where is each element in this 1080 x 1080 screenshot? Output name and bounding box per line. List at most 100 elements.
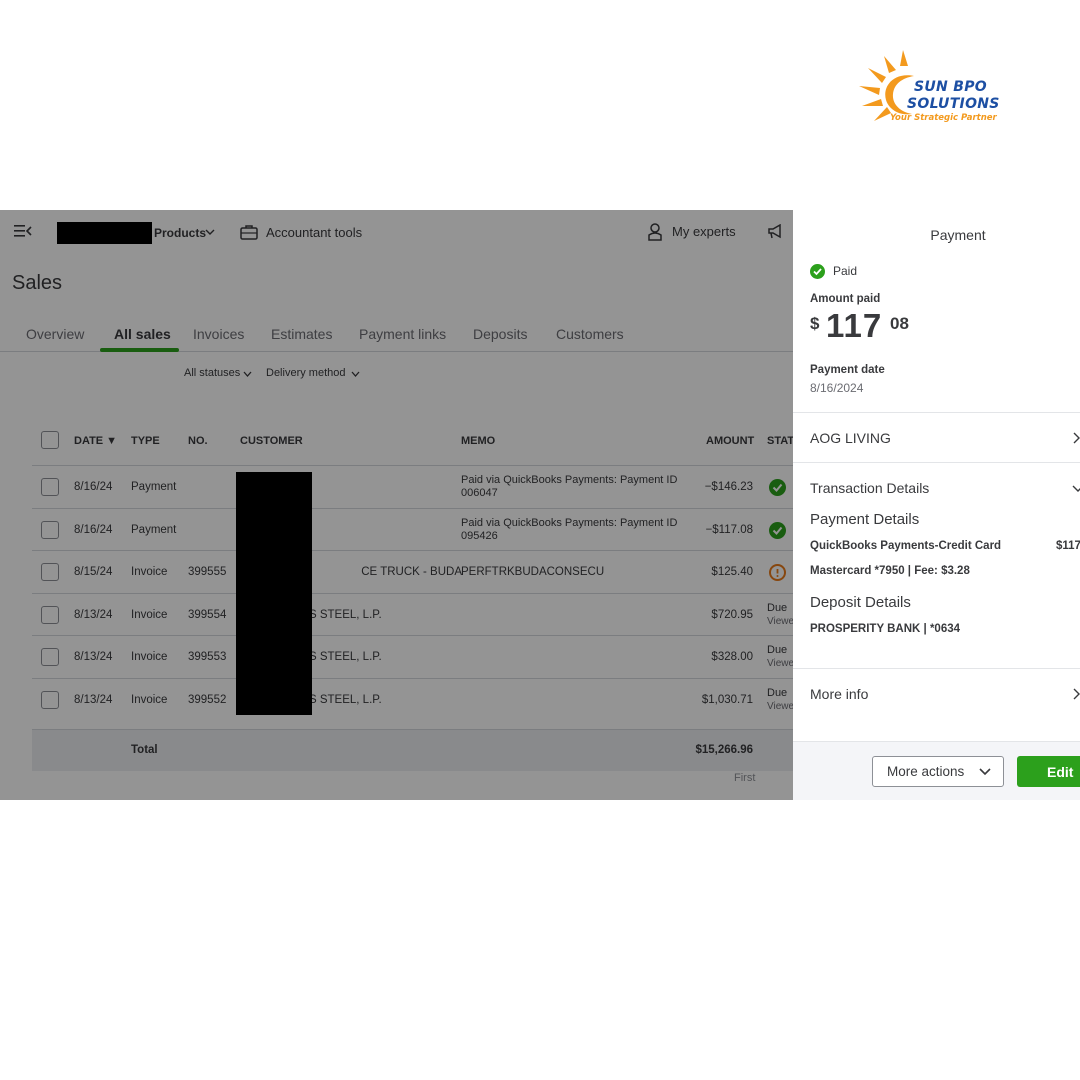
- briefcase-icon[interactable]: [240, 224, 258, 240]
- drawer-title: Payment: [930, 227, 986, 243]
- row-status: Due Viewed: [767, 686, 793, 714]
- row-number: 399554: [188, 609, 227, 621]
- tab-payment-links[interactable]: Payment links: [359, 326, 446, 342]
- chevron-down-icon[interactable]: [205, 227, 215, 237]
- table-row[interactable]: 8/13/24 Invoice 399553 S STEEL, L.P. $32…: [32, 635, 793, 678]
- status-warning-icon: [769, 564, 786, 581]
- row-date: 8/16/24: [74, 481, 113, 493]
- tab-estimates[interactable]: Estimates: [271, 326, 332, 342]
- menu-toggle-icon[interactable]: [14, 223, 32, 239]
- amount-paid-label: Amount paid: [810, 293, 881, 305]
- row-checkbox[interactable]: [41, 606, 59, 624]
- amount-whole: 117: [826, 307, 883, 344]
- tab-overview[interactable]: Overview: [26, 326, 84, 342]
- tab-all-sales[interactable]: All sales: [114, 326, 171, 342]
- row-type: Invoice: [131, 609, 168, 621]
- column-header-no[interactable]: NO.: [188, 435, 208, 447]
- row-checkbox[interactable]: [41, 648, 59, 666]
- column-header-date[interactable]: DATE ▼: [74, 435, 117, 447]
- chevron-right-icon[interactable]: [1072, 432, 1080, 444]
- quickbooks-window: Products Accountant tools My experts Sal…: [0, 210, 1080, 800]
- divider: [793, 668, 1080, 669]
- column-header-memo[interactable]: MEMO: [461, 435, 495, 447]
- table-row[interactable]: 8/15/24 Invoice 399555 CE TRUCK - BUDA P…: [32, 550, 793, 593]
- drawer-footer: More actions Edit: [793, 741, 1080, 800]
- row-checkbox[interactable]: [41, 521, 59, 539]
- products-menu[interactable]: Products: [154, 226, 206, 240]
- row-amount: −$146.23: [704, 481, 753, 493]
- row-checkbox[interactable]: [41, 563, 59, 581]
- logo-tagline: Your Strategic Partner: [890, 113, 997, 123]
- tab-invoices[interactable]: Invoices: [193, 326, 244, 342]
- megaphone-icon[interactable]: [767, 224, 783, 239]
- status-due-label: Due: [767, 687, 788, 699]
- row-checkbox[interactable]: [41, 478, 59, 496]
- more-info-row[interactable]: More info: [810, 686, 868, 702]
- table-total-row: Total $15,266.96: [32, 729, 793, 771]
- row-date: 8/13/24: [74, 694, 113, 706]
- row-amount: $125.40: [711, 566, 753, 578]
- more-actions-button[interactable]: More actions: [872, 756, 1004, 787]
- column-header-amount[interactable]: AMOUNT: [706, 435, 754, 447]
- row-date: 8/15/24: [74, 566, 113, 578]
- row-customer: CE TRUCK - BUDA: [361, 566, 462, 578]
- redacted-customer-names: [236, 472, 312, 715]
- logo-brand-line1: SUN BPO: [914, 79, 987, 95]
- column-header-customer[interactable]: CUSTOMER: [240, 435, 303, 447]
- deposit-account: PROSPERITY BANK | *0634: [810, 623, 960, 635]
- person-icon[interactable]: [648, 223, 662, 241]
- row-status: Due Viewed: [767, 643, 793, 671]
- payment-date-value: 8/16/2024: [810, 381, 864, 395]
- status-filter[interactable]: All statuses: [184, 367, 240, 379]
- select-all-checkbox[interactable]: [41, 431, 59, 449]
- total-label: Total: [131, 744, 158, 756]
- status-viewed-label: Viewed: [767, 616, 793, 627]
- chevron-down-icon: [979, 768, 991, 776]
- divider: [793, 412, 1080, 413]
- table-row[interactable]: 8/13/24 Invoice 399552 S STEEL, L.P. $1,…: [32, 678, 793, 721]
- row-memo: Paid via QuickBooks Payments: Payment ID…: [461, 474, 678, 499]
- status-paid-icon: [769, 522, 786, 539]
- row-type: Invoice: [131, 566, 168, 578]
- logo-brand-line2: SOLUTIONS: [907, 96, 1000, 112]
- row-date: 8/13/24: [74, 609, 113, 621]
- status-due-label: Due: [767, 644, 788, 656]
- redacted-company-name: [57, 222, 152, 244]
- row-memo: PERFTRKBUDACONSECU: [461, 566, 605, 578]
- row-type: Invoice: [131, 651, 168, 663]
- row-checkbox[interactable]: [41, 691, 59, 709]
- row-type: Payment: [131, 524, 177, 536]
- delivery-method-filter[interactable]: Delivery method: [266, 367, 345, 379]
- chevron-right-icon[interactable]: [1072, 688, 1080, 700]
- table-row[interactable]: 8/16/24 Payment Paid via QuickBooks Paym…: [32, 465, 793, 508]
- column-header-type[interactable]: TYPE: [131, 435, 160, 447]
- pagination-first[interactable]: First: [734, 772, 755, 784]
- row-number: 399553: [188, 651, 227, 663]
- sales-tabs: Overview All sales Invoices Estimates Pa…: [0, 318, 793, 352]
- row-customer: S STEEL, L.P.: [309, 609, 382, 621]
- column-header-status[interactable]: STATUS: [767, 435, 793, 447]
- row-status: Due Viewed: [767, 601, 793, 629]
- table-row[interactable]: 8/13/24 Invoice 399554 S STEEL, L.P. $72…: [32, 593, 793, 636]
- page-title: Sales: [12, 272, 63, 294]
- edit-button[interactable]: Edit: [1017, 756, 1080, 787]
- screenshot-canvas: SUN BPO SOLUTIONS Your Strategic Partner…: [0, 0, 1080, 1080]
- tab-deposits[interactable]: Deposits: [473, 326, 527, 342]
- chevron-down-icon[interactable]: [243, 370, 252, 378]
- customer-name-row[interactable]: AOG LIVING: [810, 430, 891, 446]
- card-fee-info: Mastercard *7950 | Fee: $3.28: [810, 565, 970, 577]
- chevron-down-icon[interactable]: [1072, 484, 1080, 494]
- payment-method-amount: $117.08: [1056, 540, 1080, 552]
- transaction-details-toggle[interactable]: Transaction Details: [810, 480, 929, 496]
- status-due-label: Due: [767, 602, 788, 614]
- my-experts-link[interactable]: My experts: [672, 224, 736, 239]
- more-actions-label: More actions: [887, 764, 965, 779]
- accountant-tools-menu[interactable]: Accountant tools: [266, 225, 362, 240]
- tab-customers[interactable]: Customers: [556, 326, 624, 342]
- chevron-down-icon[interactable]: [351, 370, 360, 378]
- row-amount: $1,030.71: [701, 694, 753, 706]
- row-number: 399555: [188, 566, 227, 578]
- payment-drawer: Payment Paid Amount paid $ 117 08 Paymen…: [793, 210, 1080, 800]
- table-row[interactable]: 8/16/24 Payment Paid via QuickBooks Paym…: [32, 508, 793, 551]
- total-amount: $15,266.96: [695, 744, 753, 756]
